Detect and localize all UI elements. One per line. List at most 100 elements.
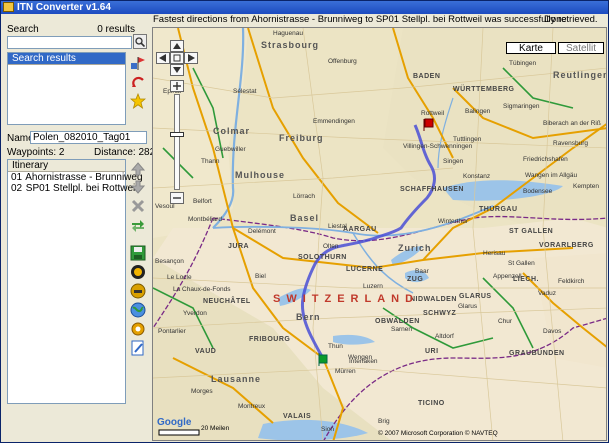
map-label-colmar: Colmar	[213, 126, 251, 136]
pan-up-button[interactable]	[170, 40, 184, 52]
map-label-aargau: AARGAU	[343, 226, 377, 233]
pan-left-button[interactable]	[156, 52, 170, 64]
map-label-thurgau: THURGAU	[479, 206, 518, 213]
map-label-lachauxdefonds: La Chaux-de-Fonds	[173, 286, 231, 293]
flag-route-icon	[131, 57, 145, 70]
route-name-input[interactable]: Polen_082010_Tag01	[30, 131, 147, 144]
arrow-up-icon	[131, 162, 145, 176]
left-panel: Search 0 results Search results Name: Po…	[1, 14, 177, 442]
map-label-zurich: Zurich	[398, 243, 432, 253]
map-label-bern: Bern	[296, 312, 321, 322]
search-button[interactable]	[133, 34, 147, 49]
map-label-baar: Baar	[415, 268, 429, 275]
search-count: 0 results	[97, 24, 135, 35]
move-down-button[interactable]	[129, 178, 147, 196]
search-label: Search	[7, 24, 39, 35]
map-label-ravensburg: Ravensburg	[553, 140, 589, 147]
map-label-stgallen-city: St Gallen	[508, 260, 535, 267]
map-label-glarus-city: Glarus	[458, 303, 478, 310]
map-label-yverdon: Yverdon	[183, 310, 207, 317]
map-copyright: © 2007 Microsoft Corporation © NAVTEQ	[378, 430, 498, 437]
map-label-sion: Sion	[321, 426, 335, 433]
map-label-montreux: Montreux	[238, 403, 266, 410]
itinerary-list[interactable]: Itinerary 01 Ahornistrasse - Brunniweg 0…	[7, 159, 143, 404]
pan-down-button[interactable]	[170, 64, 184, 76]
map-label-country: SWITZERLAND	[273, 293, 420, 305]
navigation-export-button[interactable]	[129, 282, 147, 300]
map-label-emmendingen: Emmendingen	[313, 118, 355, 125]
zoom-out-button[interactable]	[170, 192, 184, 204]
map-label-valais: VALAIS	[283, 413, 312, 420]
map-label-mulhouse: Mulhouse	[235, 170, 285, 180]
document-edit-icon	[131, 340, 144, 356]
zoom-slider-handle[interactable]	[170, 132, 184, 137]
zoom-slider-track[interactable]	[174, 94, 180, 190]
pan-center-button[interactable]	[170, 52, 184, 64]
settings-button[interactable]	[129, 320, 147, 338]
map-scale: 20 Meilen	[201, 425, 230, 432]
swap-arrows-icon	[132, 220, 144, 232]
map-label-delemont: Delémont	[248, 228, 276, 235]
arrow-right-icon	[188, 54, 195, 62]
map-type-satellite-button[interactable]: Satellit	[558, 42, 604, 54]
map-label-liestal: Liestal	[328, 223, 347, 230]
reverse-route-button[interactable]	[129, 217, 147, 235]
map-label-obwalden: OBWALDEN	[375, 318, 420, 325]
map-label-haguenau: Haguenau	[273, 30, 303, 37]
google-logo: Google	[157, 417, 192, 428]
map-label-chur: Chur	[498, 318, 513, 325]
map-label-schwenningen: Villingen-Schwenningen	[403, 143, 473, 150]
itinerary-header: Itinerary	[8, 160, 125, 172]
map-label-rottweil: Rottweil	[421, 110, 445, 117]
gps-export-button[interactable]	[129, 263, 147, 281]
delete-waypoint-button[interactable]	[129, 197, 147, 215]
help-button[interactable]	[129, 339, 147, 357]
waypoints-count: Waypoints: 2	[7, 147, 65, 158]
map-type-map-button[interactable]: Karte	[506, 42, 556, 54]
map-label-besancon: Besançon	[155, 258, 184, 265]
map-label-basel: Basel	[290, 213, 320, 223]
search-results-header: Search results	[8, 53, 125, 65]
status-done: Done	[544, 14, 567, 25]
app-window: ITN Converter v1.64 Search 0 results Sea…	[0, 0, 609, 443]
search-results-list[interactable]: Search results	[7, 52, 126, 125]
map-label-baden: BADEN	[413, 73, 441, 80]
itinerary-item[interactable]: 02 SP01 Stellpl. bei Rottweil	[8, 183, 138, 194]
map-label-sigmaringen: Sigmaringen	[503, 103, 540, 110]
web-export-button[interactable]	[129, 301, 147, 319]
itinerary-item[interactable]: 01 Ahornistrasse - Brunniweg	[8, 172, 143, 183]
remove-search-result-button[interactable]	[129, 73, 147, 91]
map-label-lorrach: Lörrach	[293, 193, 316, 200]
title-bar: ITN Converter v1.64	[1, 1, 608, 14]
zoom-in-button[interactable]	[170, 80, 184, 92]
map-label-fribourg: FRIBOURG	[249, 336, 291, 343]
add-search-result-button[interactable]	[129, 54, 147, 72]
pan-right-button[interactable]	[184, 52, 198, 64]
map-label-konstanz: Konstanz	[463, 173, 491, 180]
map-label-singen: Singen	[443, 158, 464, 165]
map-label-bodensee: Bodensee	[523, 188, 553, 195]
map-label-lausanne: Lausanne	[211, 374, 262, 384]
arrow-left-icon	[159, 54, 166, 62]
map-label-vaduz: Vaduz	[538, 290, 556, 297]
map-label-schaffhausen: SCHAFFHAUSEN	[400, 186, 464, 193]
minus-icon	[173, 197, 181, 199]
map-view[interactable]: Strasbourg Freiburg Mulhouse Basel Zuric…	[152, 27, 607, 441]
search-input[interactable]	[7, 36, 132, 49]
delete-x-icon	[131, 199, 145, 213]
move-up-button[interactable]	[129, 160, 147, 178]
magnifier-icon	[135, 36, 145, 47]
save-route-button[interactable]	[129, 244, 147, 262]
map-label-locle: Le Locle	[167, 274, 192, 281]
star-icon	[130, 93, 146, 109]
undo-arrow-icon	[132, 76, 144, 87]
gear-icon	[131, 322, 145, 336]
map-label-lucerne: LUCERNE	[346, 266, 384, 273]
map-label-uri: URI	[425, 348, 439, 355]
map-label-thann: Thann	[201, 158, 220, 165]
save-disk-icon	[130, 245, 146, 261]
map-label-altdorf: Altdorf	[435, 333, 454, 340]
app-icon	[3, 2, 14, 12]
favorite-button[interactable]	[129, 92, 147, 110]
map-label-selestat: Sélestat	[233, 88, 257, 95]
